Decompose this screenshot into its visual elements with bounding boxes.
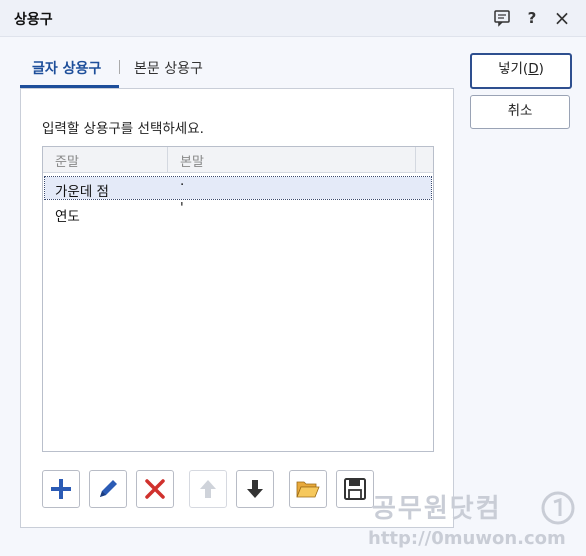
- title-bar: 상용구 ? ×: [0, 0, 586, 37]
- list-item-short: 가운데 점: [55, 184, 109, 200]
- column-divider: [167, 147, 168, 172]
- window-title: 상용구: [14, 12, 53, 28]
- tab-body-phrases[interactable]: 본문 상용구: [134, 58, 203, 78]
- edit-button[interactable]: [89, 470, 127, 508]
- insert-button-hotkey: D: [528, 61, 539, 77]
- instruction-text: 입력할 상용구를 선택하세요.: [42, 121, 204, 137]
- add-icon: [51, 479, 71, 499]
- list-item[interactable]: 연도 ': [45, 200, 431, 225]
- list-item[interactable]: 가운데 점 ·: [44, 176, 432, 200]
- insert-button-label: 넣기(: [498, 61, 529, 77]
- tab-glyph-phrases[interactable]: 글자 상용구: [32, 58, 101, 78]
- delete-x-icon: [145, 479, 165, 499]
- list-item-full: ': [180, 200, 184, 216]
- help-icon[interactable]: ?: [522, 8, 542, 28]
- add-button[interactable]: [42, 470, 80, 508]
- open-folder-button[interactable]: [289, 470, 327, 508]
- watermark-url: http://0muwon.com: [368, 528, 566, 549]
- move-down-button[interactable]: [236, 470, 274, 508]
- column-header-short[interactable]: 준말: [55, 151, 79, 170]
- move-down-arrow-icon: [247, 480, 263, 498]
- save-button[interactable]: [336, 470, 374, 508]
- insert-button[interactable]: 넣기(D): [470, 53, 572, 89]
- column-header-full[interactable]: 본말: [180, 151, 204, 170]
- cancel-button[interactable]: 취소: [470, 95, 570, 129]
- tab-separator: [119, 60, 120, 74]
- column-divider: [415, 147, 416, 172]
- watermark-logo-icon: [540, 490, 576, 530]
- move-up-arrow-icon: [200, 480, 216, 498]
- delete-button[interactable]: [136, 470, 174, 508]
- list-header: 준말 본말: [43, 147, 433, 173]
- edit-pencil-icon: [100, 480, 117, 497]
- save-disk-icon: [344, 478, 366, 500]
- comment-icon[interactable]: [492, 8, 512, 28]
- insert-button-label-end: ): [538, 61, 544, 77]
- move-up-button[interactable]: [189, 470, 227, 508]
- phrase-list[interactable]: 준말 본말 가운데 점 · 연도 ': [42, 146, 434, 452]
- open-folder-icon: [296, 481, 320, 498]
- watermark-text: 공무원닷컴: [372, 494, 502, 524]
- close-icon[interactable]: ×: [552, 8, 572, 28]
- list-item-short: 연도: [55, 209, 80, 225]
- list-item-full: ·: [180, 177, 185, 193]
